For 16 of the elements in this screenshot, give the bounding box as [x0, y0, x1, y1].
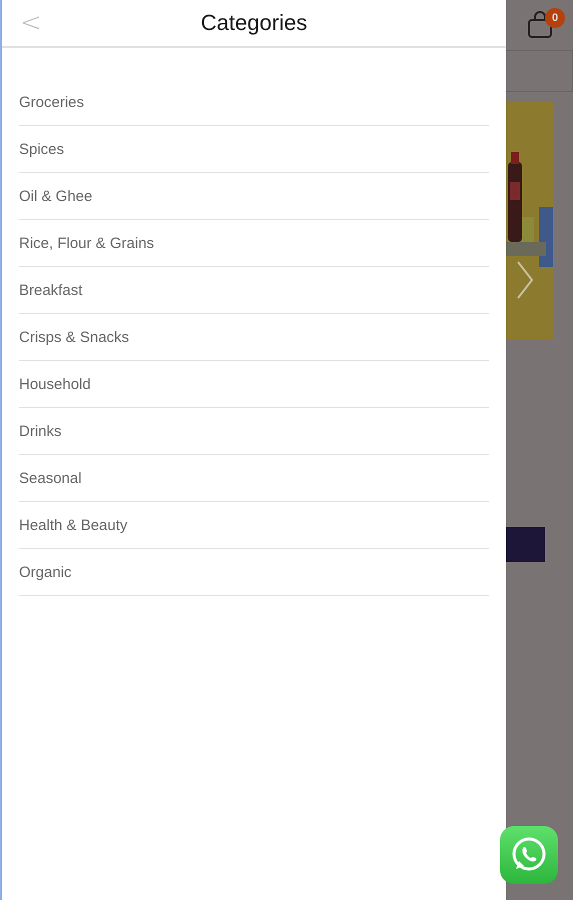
- category-item[interactable]: Rice, Flour & Grains: [19, 220, 489, 267]
- cart-count-badge: 0: [545, 8, 565, 28]
- category-item[interactable]: Crisps & Snacks: [19, 314, 489, 361]
- category-item[interactable]: Groceries: [19, 79, 489, 126]
- category-item[interactable]: Organic: [19, 549, 489, 596]
- whatsapp-button[interactable]: [500, 826, 558, 884]
- search-field[interactable]: [506, 50, 573, 92]
- category-item[interactable]: Drinks: [19, 408, 489, 455]
- category-item[interactable]: Seasonal: [19, 455, 489, 502]
- category-item[interactable]: Health & Beauty: [19, 502, 489, 549]
- category-item[interactable]: Breakfast: [19, 267, 489, 314]
- category-item[interactable]: Oil & Ghee: [19, 173, 489, 220]
- shopping-bag-icon[interactable]: [526, 11, 552, 39]
- category-item[interactable]: Household: [19, 361, 489, 408]
- category-item[interactable]: Spices: [19, 126, 489, 173]
- drawer-title: Categories: [200, 10, 308, 36]
